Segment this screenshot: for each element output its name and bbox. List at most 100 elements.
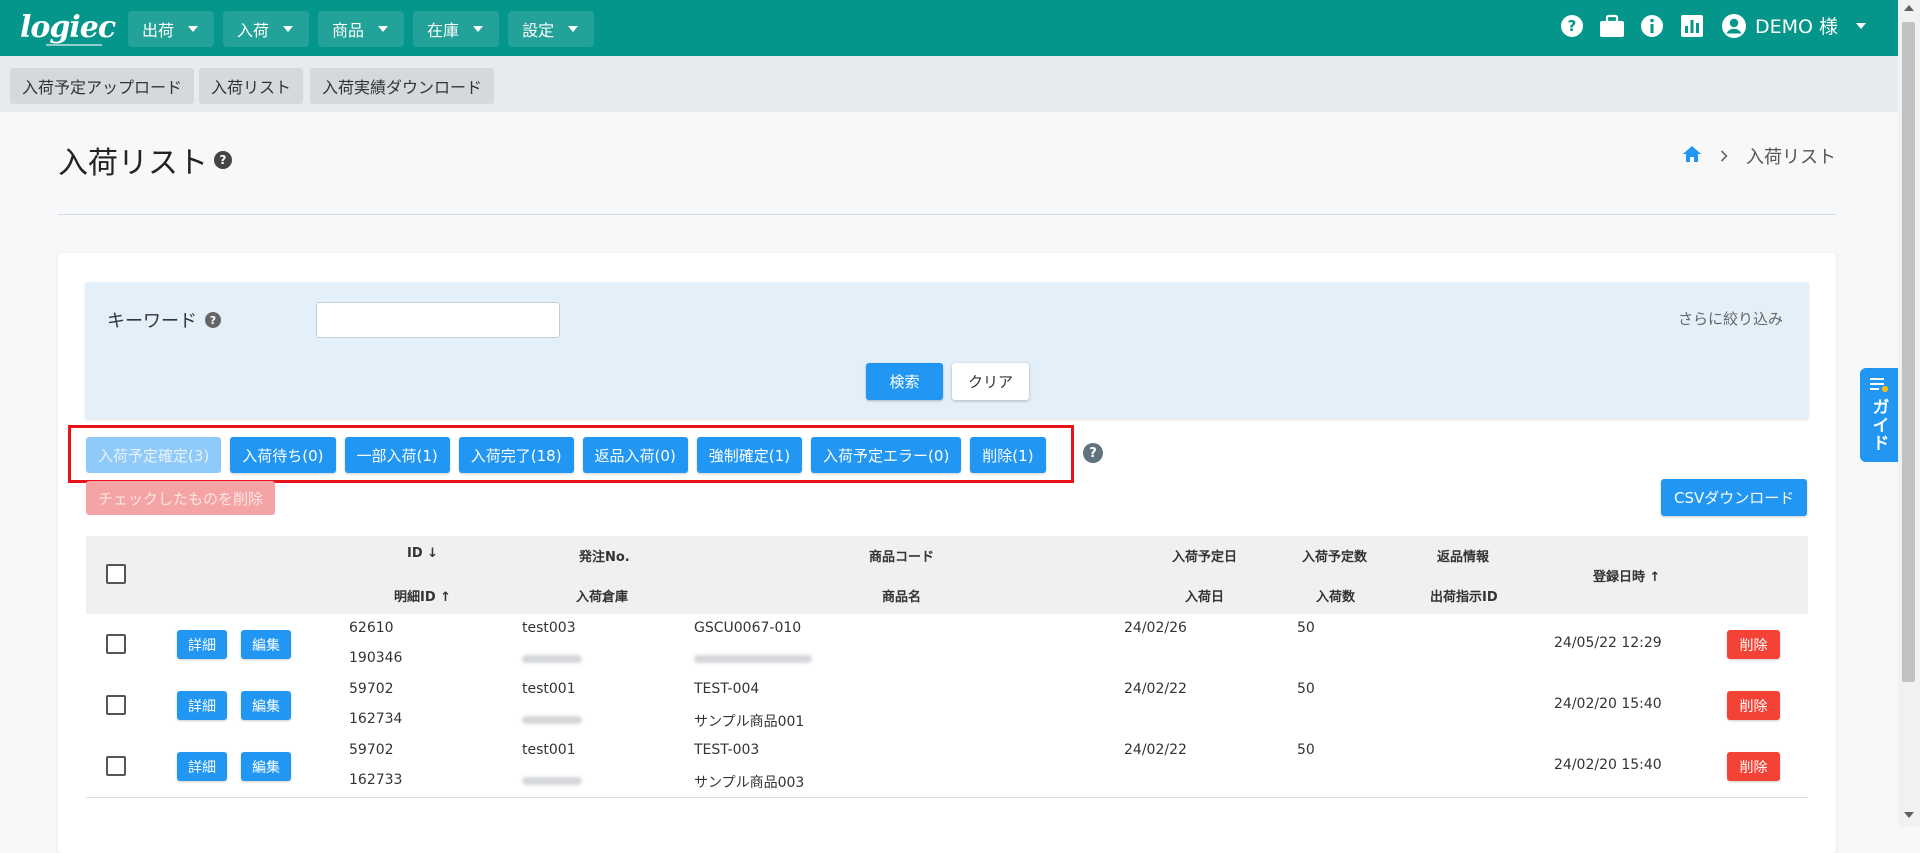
table-row: 詳細 編集 59702 162734 test001 TEST-004 サンプル… xyxy=(86,675,1808,737)
user-avatar-icon xyxy=(1721,13,1746,38)
breadcrumb: 入荷リスト xyxy=(1682,143,1836,169)
header-product-name: 商品名 xyxy=(882,590,922,605)
scroll-up-icon[interactable] xyxy=(1904,5,1914,11)
table-row: 詳細 編集 62610 190346 test003 GSCU0067-010 … xyxy=(86,614,1808,676)
header-received-qty: 入荷数 xyxy=(1316,590,1356,605)
status-forced-button[interactable]: 強制確定(1) xyxy=(696,437,803,473)
nav-shipping[interactable]: 出荷 xyxy=(128,11,215,47)
header-product-code: 商品コード xyxy=(869,550,935,565)
user-name: DEMO 様 xyxy=(1754,16,1838,38)
briefcase-icon[interactable] xyxy=(1599,13,1625,39)
header-divider xyxy=(58,214,1836,215)
status-waiting-button[interactable]: 入荷待ち(0) xyxy=(230,437,336,473)
cell-planned-date: 24/02/26 xyxy=(1124,620,1187,636)
status-return-button[interactable]: 返品入荷(0) xyxy=(582,437,688,473)
table-header: ID ↓ 明細ID ↑ 発注No. 入荷倉庫 商品コード 商品名 入荷予定日 入… xyxy=(86,536,1808,615)
status-planned-confirmed-button[interactable]: 入荷予定確定(3) xyxy=(86,437,222,473)
search-button[interactable]: 検索 xyxy=(866,363,943,400)
vertical-scrollbar[interactable] xyxy=(1898,0,1920,827)
row-checkbox[interactable] xyxy=(106,634,126,654)
subnav-list-button[interactable]: 入荷リスト xyxy=(199,68,304,104)
chevron-right-icon xyxy=(1720,146,1728,167)
select-all-checkbox[interactable] xyxy=(106,564,126,584)
cell-planned-qty: 50 xyxy=(1297,742,1315,758)
subnav-upload-button[interactable]: 入荷予定アップロード xyxy=(10,68,195,104)
row-delete-button[interactable]: 削除 xyxy=(1727,691,1780,720)
cell-product-code: TEST-004 xyxy=(694,681,760,697)
scroll-down-icon[interactable] xyxy=(1904,812,1914,818)
csv-download-button[interactable]: CSVダウンロード xyxy=(1661,479,1808,516)
cell-product-code: GSCU0067-010 xyxy=(694,620,802,636)
sort-up-arrow-icon: ↑ xyxy=(1649,570,1661,585)
cell-product-name-redacted xyxy=(694,655,812,663)
header-order-no: 発注No. xyxy=(579,550,630,565)
home-icon[interactable] xyxy=(1682,145,1702,168)
cell-registered-at: 24/05/22 12:29 xyxy=(1554,635,1662,651)
logo[interactable]: logiec xyxy=(20,10,116,45)
guide-label: ガイド xyxy=(1868,398,1889,452)
sub-navbar: 入荷予定アップロード 入荷リスト 入荷実績ダウンロード xyxy=(0,56,1898,112)
nav-inventory[interactable]: 在庫 xyxy=(413,11,500,47)
keyword-input[interactable] xyxy=(316,302,560,338)
row-checkbox[interactable] xyxy=(106,695,126,715)
header-ship-order-id: 出荷指示ID xyxy=(1430,590,1498,605)
status-help-icon[interactable]: ? xyxy=(1083,443,1103,463)
delete-checked-button[interactable]: チェックしたものを削除 xyxy=(86,481,276,515)
cell-detail-id: 162734 xyxy=(349,711,403,727)
caret-down-icon xyxy=(283,26,294,32)
top-navbar: logiec 出荷 入荷 商品 在庫 設定 ? DEMO 様 xyxy=(0,0,1898,56)
nav-receiving[interactable]: 入荷 xyxy=(223,11,310,47)
cell-id: 59702 xyxy=(349,742,394,758)
subnav-download-button[interactable]: 入荷実績ダウンロード xyxy=(310,68,495,104)
row-delete-button[interactable]: 削除 xyxy=(1727,752,1780,781)
chart-icon[interactable] xyxy=(1679,13,1705,39)
detail-button[interactable]: 詳細 xyxy=(177,752,227,781)
detail-button[interactable]: 詳細 xyxy=(177,691,227,720)
header-planned-date: 入荷予定日 xyxy=(1172,550,1238,565)
cell-registered-at: 24/02/20 15:40 xyxy=(1554,757,1662,773)
top-right-tools: ? DEMO 様 xyxy=(1559,12,1866,39)
detail-button[interactable]: 詳細 xyxy=(177,630,227,659)
cell-order-no: test003 xyxy=(522,620,576,636)
main-nav: 出荷 入荷 商品 在庫 設定 xyxy=(128,11,595,47)
status-partial-button[interactable]: 一部入荷(1) xyxy=(344,437,450,473)
info-icon[interactable] xyxy=(1639,13,1665,39)
status-completed-button[interactable]: 入荷完了(18) xyxy=(458,437,574,473)
guide-tab[interactable]: ガイド xyxy=(1860,368,1898,462)
nav-products[interactable]: 商品 xyxy=(318,11,405,47)
cell-planned-qty: 50 xyxy=(1297,681,1315,697)
sort-down-arrow-icon: ↓ xyxy=(427,546,439,561)
row-checkbox[interactable] xyxy=(106,756,126,776)
cell-warehouse-redacted xyxy=(522,777,582,785)
edit-button[interactable]: 編集 xyxy=(241,752,291,781)
guide-list-icon xyxy=(1870,378,1888,392)
nav-settings[interactable]: 設定 xyxy=(508,11,595,47)
cell-detail-id: 190346 xyxy=(349,650,403,666)
status-deleted-button[interactable]: 削除(1) xyxy=(970,437,1046,473)
row-delete-button[interactable]: 削除 xyxy=(1727,630,1780,659)
cell-registered-at: 24/02/20 15:40 xyxy=(1554,696,1662,712)
cell-order-no: test001 xyxy=(522,681,576,697)
keyword-help-icon[interactable]: ? xyxy=(205,312,221,328)
header-id[interactable]: ID ↓ xyxy=(407,546,438,561)
header-detail-id[interactable]: 明細ID ↑ xyxy=(394,586,451,605)
header-planned-qty: 入荷予定数 xyxy=(1302,550,1368,565)
caret-down-icon xyxy=(378,26,389,32)
edit-button[interactable]: 編集 xyxy=(241,630,291,659)
breadcrumb-current: 入荷リスト xyxy=(1746,147,1836,168)
help-icon[interactable]: ? xyxy=(1559,13,1585,39)
cell-planned-date: 24/02/22 xyxy=(1124,681,1187,697)
search-filter-panel: キーワード ? さらに絞り込み 検索 クリア xyxy=(85,282,1809,418)
page-help-icon[interactable]: ? xyxy=(214,151,232,169)
edit-button[interactable]: 編集 xyxy=(241,691,291,720)
user-menu[interactable]: DEMO 様 xyxy=(1721,12,1866,39)
refine-link[interactable]: さらに絞り込み xyxy=(1678,308,1783,329)
cell-order-no: test001 xyxy=(522,742,576,758)
status-error-button[interactable]: 入荷予定エラー(0) xyxy=(811,437,962,473)
cell-planned-date: 24/02/22 xyxy=(1124,742,1187,758)
cell-product-code: TEST-003 xyxy=(694,742,760,758)
scroll-thumb[interactable] xyxy=(1902,22,1915,682)
header-received-date: 入荷日 xyxy=(1185,590,1225,605)
header-registered-at[interactable]: 登録日時 ↑ xyxy=(1593,566,1660,585)
clear-button[interactable]: クリア xyxy=(952,363,1029,400)
